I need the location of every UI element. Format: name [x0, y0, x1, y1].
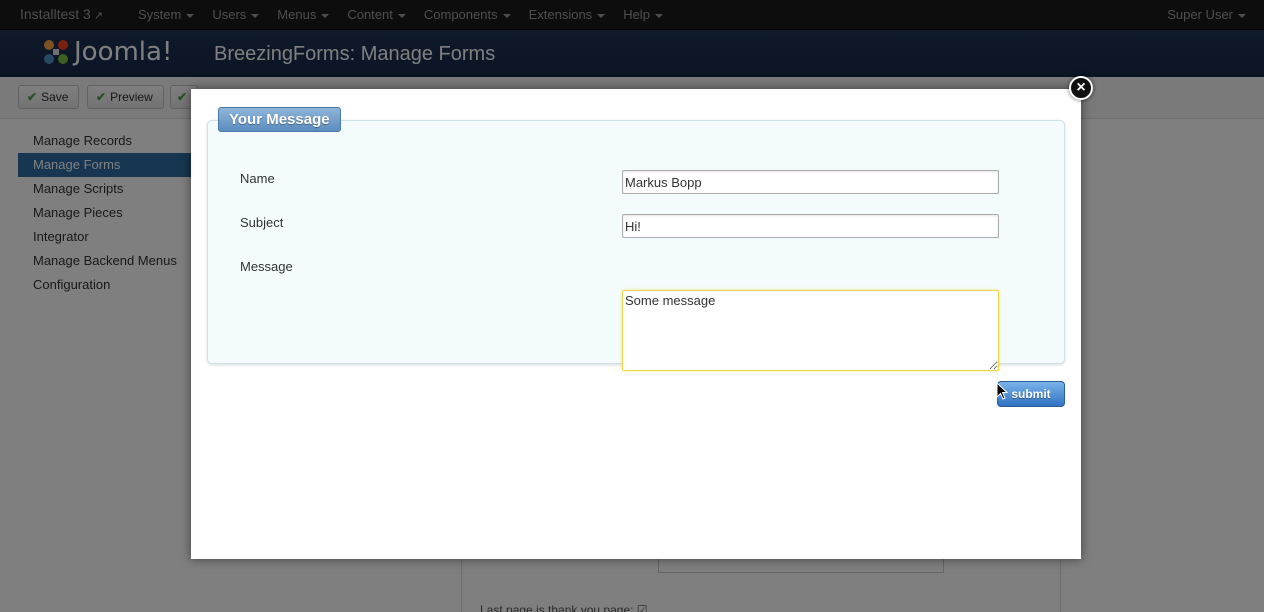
message-fieldset: Name Subject Message Some message: [207, 120, 1065, 371]
subject-label: Subject: [240, 215, 284, 230]
form-preview-modal: Name Subject Message Some message Your M…: [191, 89, 1081, 559]
name-input[interactable]: [622, 170, 999, 194]
subject-input[interactable]: [622, 214, 999, 238]
message-label: Message: [240, 259, 293, 274]
mouse-cursor-icon: [996, 382, 1008, 400]
fieldset-legend: Your Message: [218, 107, 341, 132]
name-label: Name: [240, 171, 275, 186]
close-modal-icon[interactable]: ×: [1069, 76, 1093, 100]
message-textarea[interactable]: Some message: [622, 290, 999, 371]
